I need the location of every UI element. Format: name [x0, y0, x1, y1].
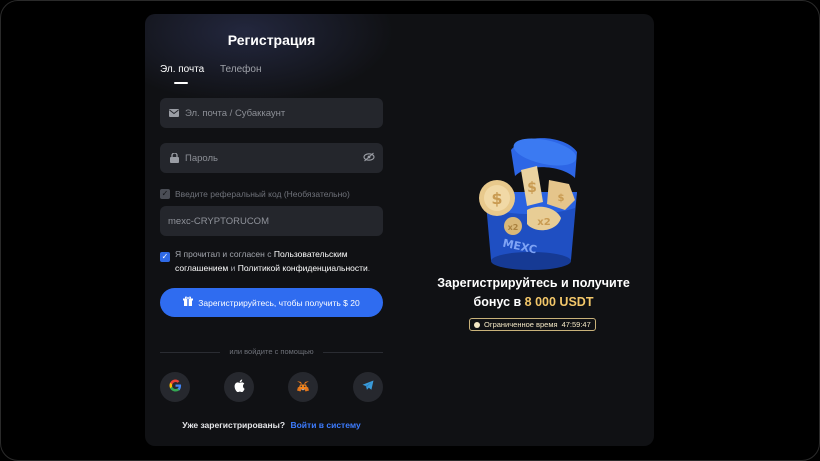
clock-icon: [474, 321, 480, 328]
google-login-button[interactable]: [160, 372, 190, 402]
privacy-link[interactable]: Политикой конфиденциальности: [238, 263, 368, 273]
registration-form: Регистрация Эл. почта Телефон Эл. почта …: [160, 14, 383, 446]
register-button[interactable]: Зарегистрируйтесь, чтобы получить $ 20: [160, 288, 383, 317]
envelope-icon: [168, 109, 180, 117]
tab-email[interactable]: Эл. почта: [160, 64, 204, 75]
google-icon: [168, 379, 182, 395]
promo-headline: Зарегистрируйтесь и получите бонус в 8 0…: [413, 274, 654, 312]
social-divider: или войдите с помощью: [160, 347, 383, 357]
timer-value: 47:59:47: [561, 320, 591, 329]
lock-icon: [168, 153, 180, 163]
referral-code-field[interactable]: mexc-CRYPTORUCOM: [160, 206, 383, 236]
svg-text:x2: x2: [508, 223, 519, 232]
agree-suffix: .: [367, 263, 371, 273]
login-link[interactable]: Войти в систему: [290, 420, 360, 430]
svg-text:$: $: [558, 193, 565, 204]
svg-text:$: $: [491, 189, 502, 208]
social-login-row: [160, 372, 383, 402]
promo-line2: бонус в 8 000 USDT: [413, 293, 654, 312]
tab-phone[interactable]: Телефон: [220, 64, 261, 75]
agree-prefix: Я прочитал и согласен с: [175, 249, 272, 259]
coin-jar-illustration: $ $ $ x2 x2 MEXC: [479, 138, 577, 270]
auth-tabs: Эл. почта Телефон: [160, 64, 383, 86]
metamask-login-button[interactable]: [288, 372, 318, 402]
referral-toggle[interactable]: ✓ Введите реферальный код (Необязательно…: [160, 189, 350, 199]
registration-modal: Регистрация Эл. почта Телефон Эл. почта …: [145, 14, 654, 446]
promo-bonus-amount: 8 000 USDT: [524, 295, 594, 309]
referral-label: Введите реферальный код (Необязательно): [175, 189, 350, 199]
metamask-icon: [296, 380, 310, 395]
password-placeholder: Пароль: [185, 152, 218, 164]
telegram-login-button[interactable]: [353, 372, 383, 402]
svg-text:$: $: [527, 180, 537, 196]
active-tab-underline: [174, 82, 188, 84]
gift-icon: [183, 296, 194, 309]
have-account-text: Уже зарегистрированы?: [182, 420, 286, 430]
apple-login-button[interactable]: [224, 372, 254, 402]
referral-checkbox[interactable]: ✓: [160, 189, 170, 199]
agree-and: и: [230, 263, 236, 273]
telegram-icon: [362, 380, 374, 394]
promo-line1: Зарегистрируйтесь и получите: [437, 276, 630, 290]
page-title: Регистрация: [227, 32, 316, 48]
register-button-label: Зарегистрируйтесь, чтобы получить $ 20: [198, 297, 360, 308]
apple-icon: [234, 379, 245, 395]
promo-panel: $ $ $ x2 x2 MEXC Зарегистрируйтесь и пол…: [413, 14, 654, 446]
terms-checkbox[interactable]: ✓: [160, 252, 170, 262]
email-field[interactable]: Эл. почта / Субаккаунт: [160, 98, 383, 128]
password-field[interactable]: Пароль: [160, 143, 383, 173]
timer-label: Ограниченное время: [484, 320, 558, 329]
promo-line2-prefix: бонус в: [473, 295, 522, 309]
eye-off-icon[interactable]: [363, 152, 375, 165]
email-placeholder: Эл. почта / Субаккаунт: [185, 107, 286, 119]
limited-time-badge: Ограниченное время 47:59:47: [469, 318, 596, 331]
svg-text:x2: x2: [537, 217, 550, 228]
referral-code-value: mexc-CRYPTORUCOM: [168, 215, 269, 227]
login-prompt: Уже зарегистрированы? Войти в систему: [160, 420, 383, 430]
